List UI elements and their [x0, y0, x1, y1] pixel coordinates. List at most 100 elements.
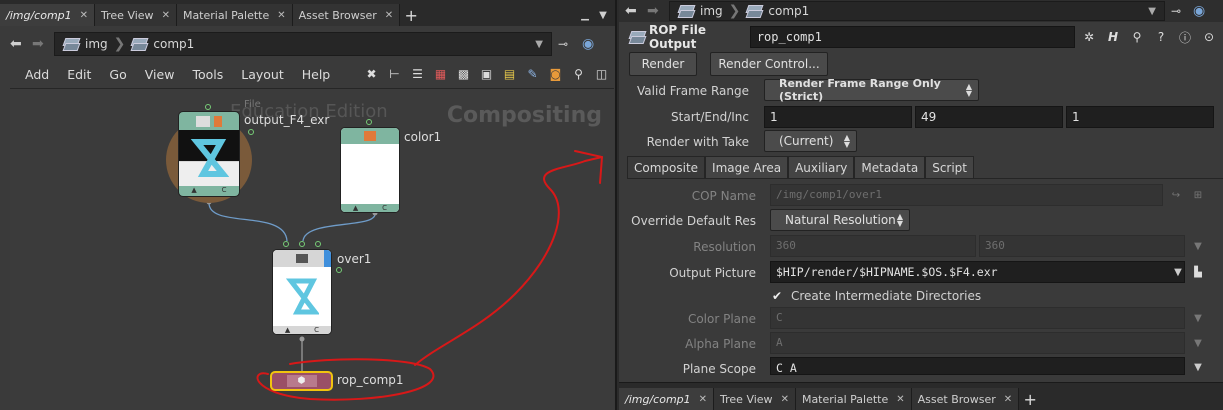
thumbnail-icon[interactable]: ▣ [478, 66, 495, 83]
menu-layout[interactable]: Layout [232, 67, 293, 82]
render-with-take-select[interactable]: (Current) ▲ ▼ [764, 130, 857, 152]
list-icon[interactable]: ☰ [409, 66, 426, 83]
alpha-plane-field[interactable]: A [770, 332, 1185, 354]
add-tab-icon[interactable]: + [400, 4, 422, 26]
operator-name-field[interactable]: rop_comp1 [749, 26, 1075, 48]
create-dirs-label: Create Intermediate Directories [791, 289, 982, 303]
minimize-icon[interactable]: ▁ [579, 9, 591, 21]
link-icon[interactable]: ◉ [582, 36, 598, 52]
node-rop-comp1[interactable]: ⬢ [270, 371, 333, 391]
sticky-note-icon[interactable]: ▤ [501, 66, 518, 83]
path-bar: ⬅ ➡ img ❯ comp1 ▼ ⊸ ◉ [619, 0, 1223, 22]
network-box-icon[interactable]: ◙ [547, 66, 564, 83]
menu-edit[interactable]: Edit [58, 67, 100, 82]
tab-material-palette[interactable]: Material Palette ✕ [176, 4, 293, 26]
breadcrumb-item-img[interactable]: img [678, 4, 723, 18]
valid-frame-range-select[interactable]: Render Frame Range Only (Strict) ▲ ▼ [764, 77, 979, 103]
breadcrumb[interactable]: img ❯ comp1 ▼ [54, 32, 552, 56]
tab-material-palette[interactable]: Material Palette ✕ [795, 388, 912, 410]
start-end-inc-label: Start/End/Inc [671, 110, 749, 124]
render-control-button[interactable]: Render Control... [710, 52, 828, 76]
output-picture-field[interactable]: $HIP/render/$HIPNAME.$OS.$F4.exr [770, 261, 1185, 283]
override-res-select[interactable]: Natural Resolution ▲ ▼ [770, 209, 910, 231]
close-icon[interactable]: ✕ [277, 10, 285, 21]
menu-go[interactable]: Go [100, 67, 135, 82]
breadcrumb-item-comp1[interactable]: comp1 [131, 37, 194, 51]
chevron-down-icon[interactable]: ▼ [1191, 239, 1205, 253]
forward-arrow-icon[interactable]: ➡ [647, 3, 663, 19]
gear-icon[interactable]: ✲ [1081, 29, 1097, 45]
tree-layout-icon[interactable]: ⊢ [386, 66, 403, 83]
jump-icon[interactable]: ↪ [1169, 188, 1183, 202]
breadcrumb-item-img[interactable]: img [63, 37, 108, 51]
node-color1[interactable]: ▲ C [340, 127, 400, 213]
create-dirs-checkbox[interactable]: ✔ [772, 290, 784, 302]
close-icon[interactable]: ✕ [80, 10, 88, 21]
cop-name-field[interactable]: /img/comp1/over1 [770, 184, 1163, 206]
back-arrow-icon[interactable]: ⬅ [625, 3, 641, 19]
search-icon[interactable]: ⚲ [1129, 29, 1145, 45]
close-icon[interactable]: ✕ [1004, 394, 1012, 405]
breadcrumb[interactable]: img ❯ comp1 ▼ [669, 1, 1165, 21]
tab-metadata[interactable]: Metadata [854, 156, 926, 178]
tab-composite[interactable]: Composite [627, 156, 706, 178]
more-icon[interactable]: ⊙ [1201, 29, 1217, 45]
tab-asset-browser[interactable]: Asset Browser ✕ [911, 388, 1020, 410]
close-icon[interactable]: ✕ [781, 394, 789, 405]
render-button[interactable]: Render [629, 52, 697, 76]
chevron-down-icon[interactable]: ▼ [1148, 6, 1156, 17]
node-output-f4-exr[interactable]: ▲ C [178, 111, 240, 197]
close-icon[interactable]: ✕ [162, 10, 170, 21]
forward-arrow-icon[interactable]: ➡ [32, 36, 48, 52]
pin-icon[interactable]: ⊸ [558, 37, 576, 51]
menu-add[interactable]: Add [16, 67, 58, 82]
color-plane-field[interactable]: C [770, 307, 1185, 329]
view-icon[interactable]: ◫ [593, 66, 610, 83]
start-frame-field[interactable]: 1 [764, 106, 912, 128]
breadcrumb-item-comp1[interactable]: comp1 [746, 4, 809, 18]
chevron-down-icon[interactable]: ▼ [1171, 265, 1185, 279]
file-browser-icon[interactable]: ▙ [1191, 265, 1205, 279]
edit-icon[interactable]: ✎ [524, 66, 541, 83]
search-icon[interactable]: ⚲ [570, 66, 587, 83]
close-icon[interactable]: ✕ [385, 10, 393, 21]
node-over1[interactable]: ▲ C [272, 249, 332, 335]
tools-icon[interactable]: ✖ [363, 66, 380, 83]
chevron-down-icon[interactable]: ▼ [1191, 360, 1205, 374]
chevron-down-icon[interactable]: ▼ [535, 39, 543, 50]
close-icon[interactable]: ✕ [699, 394, 707, 405]
resolution-y-field[interactable]: 360 [979, 235, 1185, 257]
hscript-help-icon[interactable]: H [1105, 29, 1121, 45]
pane-menu-icon[interactable]: ▼ [597, 9, 609, 21]
back-arrow-icon[interactable]: ⬅ [10, 36, 26, 52]
color-palette-icon[interactable]: ▦ [432, 66, 449, 83]
menu-tools[interactable]: Tools [183, 67, 232, 82]
end-frame-field[interactable]: 49 [915, 106, 1063, 128]
chevron-down-icon[interactable]: ▼ [1191, 336, 1205, 350]
network-canvas[interactable]: Compositing Education Edition File ▲ C o… [10, 88, 614, 410]
tab-script[interactable]: Script [925, 156, 975, 178]
add-tab-icon[interactable]: + [1019, 388, 1041, 410]
close-icon[interactable]: ✕ [896, 394, 904, 405]
tab-asset-browser[interactable]: Asset Browser ✕ [292, 4, 401, 26]
resolution-x-field[interactable]: 360 [770, 235, 976, 257]
help-icon[interactable]: ? [1153, 29, 1169, 45]
increment-field[interactable]: 1 [1066, 106, 1214, 128]
tab-auxiliary[interactable]: Auxiliary [788, 156, 855, 178]
menu-help[interactable]: Help [293, 67, 340, 82]
info-icon[interactable]: ⓘ [1177, 29, 1193, 45]
img-network-icon [63, 37, 79, 51]
tab-image-area[interactable]: Image Area [705, 156, 789, 178]
link-icon[interactable]: ◉ [1193, 3, 1209, 19]
menu-view[interactable]: View [136, 67, 184, 82]
tab-network[interactable]: /img/comp1 ✕ [0, 4, 96, 26]
pin-icon[interactable]: ⊸ [1171, 4, 1187, 18]
tab-tree-view[interactable]: Tree View ✕ [714, 388, 796, 410]
plane-scope-field[interactable]: C A [770, 357, 1185, 375]
grid-icon[interactable]: ▩ [455, 66, 472, 83]
valid-frame-range-label: Valid Frame Range [637, 84, 749, 98]
tab-tree-view[interactable]: Tree View ✕ [95, 4, 177, 26]
chevron-down-icon[interactable]: ▼ [1191, 311, 1205, 325]
tab-network[interactable]: /img/comp1 ✕ [619, 388, 715, 410]
node-chooser-icon[interactable]: ⊞ [1191, 188, 1205, 202]
